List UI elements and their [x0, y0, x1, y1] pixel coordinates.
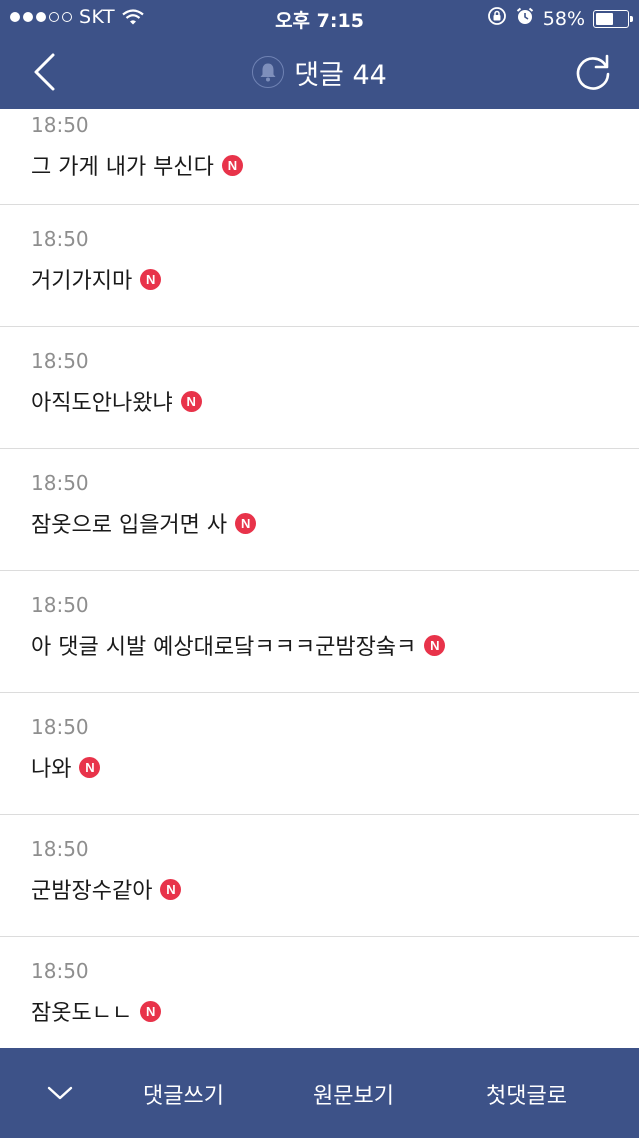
- comment-time: 18:50: [31, 837, 89, 861]
- new-badge-icon: N: [140, 1000, 162, 1022]
- comment-body: 그 가게 내가 부신다 N: [31, 149, 243, 181]
- comment-text: 그 가게 내가 부신다: [31, 155, 214, 180]
- comment-item[interactable]: 18:50 거기가지마 N: [0, 205, 639, 327]
- status-right: 58%: [487, 6, 633, 31]
- nav-row: 댓글 44: [0, 36, 639, 109]
- refresh-icon: [576, 54, 610, 90]
- bell-icon[interactable]: [252, 56, 285, 88]
- comment-body: 잠옷으로 입을거면 사 N: [31, 507, 257, 539]
- write-comment-button[interactable]: 댓글쓰기: [143, 1078, 224, 1110]
- new-badge-icon: N: [424, 634, 446, 656]
- comment-item[interactable]: 18:50 아직도안나왔냐 N: [0, 327, 639, 449]
- comment-list[interactable]: 18:50 그 가게 내가 부신다 N 18:50 거기가지마 N 18:50 …: [0, 109, 639, 1059]
- chevron-down-icon: [47, 1086, 73, 1100]
- comment-item[interactable]: 18:50 그 가게 내가 부신다 N: [0, 109, 639, 205]
- comment-text: 거기가지마: [31, 269, 133, 294]
- comment-time: 18:50: [31, 715, 89, 739]
- app-root: SKT 오후 7:15 58% 댓글 44 18:50 그 가게 내가 부신다 …: [0, 0, 639, 1138]
- comment-count-title: 댓글 44: [294, 59, 387, 91]
- comment-body: 아직도안나왔냐 N: [31, 385, 202, 417]
- comment-text: 아직도안나왔냐: [31, 391, 173, 416]
- comment-body: 나와 N: [31, 751, 101, 783]
- new-badge-icon: N: [140, 268, 162, 290]
- comment-time: 18:50: [31, 593, 89, 617]
- alarm-clock-icon: [515, 6, 535, 31]
- new-badge-icon: N: [160, 878, 182, 900]
- comment-text: 나와: [31, 757, 72, 782]
- new-badge-icon: N: [180, 390, 202, 412]
- new-badge-icon: N: [221, 154, 243, 176]
- view-original-button[interactable]: 원문보기: [313, 1078, 394, 1110]
- comment-body: 잠옷도ㄴㄴ N: [31, 995, 162, 1027]
- comment-body: 군밤장수같아 N: [31, 873, 182, 905]
- comment-item[interactable]: 18:50 나와 N: [0, 693, 639, 815]
- comment-time: 18:50: [31, 471, 89, 495]
- rotation-lock-icon: [487, 6, 507, 31]
- refresh-button[interactable]: [571, 50, 615, 94]
- comment-text: 아 댓글 시발 예상대로닼ㅋㅋㅋ군밤장숰ㅋ: [31, 635, 417, 660]
- comment-time: 18:50: [31, 227, 89, 251]
- comment-item[interactable]: 18:50 잠옷도ㄴㄴ N: [0, 937, 639, 1059]
- comment-body: 거기가지마 N: [31, 263, 162, 295]
- new-badge-icon: N: [79, 756, 101, 778]
- battery-icon: [593, 9, 633, 28]
- comment-body: 아 댓글 시발 예상대로닼ㅋㅋㅋ군밤장숰ㅋ N: [31, 629, 446, 661]
- first-comment-button[interactable]: 첫댓글로: [486, 1078, 567, 1110]
- comment-text: 군밤장수같아: [31, 879, 153, 904]
- battery-fill: [596, 12, 613, 25]
- bottom-toolbar: 댓글쓰기 원문보기 첫댓글로: [0, 1048, 639, 1138]
- collapse-button[interactable]: [40, 1073, 80, 1113]
- page-title: 댓글 44: [0, 52, 639, 92]
- comment-item[interactable]: 18:50 아 댓글 시발 예상대로닼ㅋㅋㅋ군밤장숰ㅋ N: [0, 571, 639, 693]
- comment-item[interactable]: 18:50 군밤장수같아 N: [0, 815, 639, 937]
- comment-time: 18:50: [31, 349, 89, 373]
- new-badge-icon: N: [235, 512, 257, 534]
- comment-item[interactable]: 18:50 잠옷으로 입을거면 사 N: [0, 449, 639, 571]
- comment-time: 18:50: [31, 113, 89, 137]
- status-bar: SKT 오후 7:15 58%: [0, 0, 639, 36]
- comment-text: 잠옷도ㄴㄴ: [31, 1001, 133, 1026]
- battery-percent: 58%: [542, 7, 585, 30]
- top-bar: SKT 오후 7:15 58% 댓글 44: [0, 0, 639, 109]
- comment-time: 18:50: [31, 959, 89, 983]
- comment-text: 잠옷으로 입을거면 사: [31, 513, 228, 538]
